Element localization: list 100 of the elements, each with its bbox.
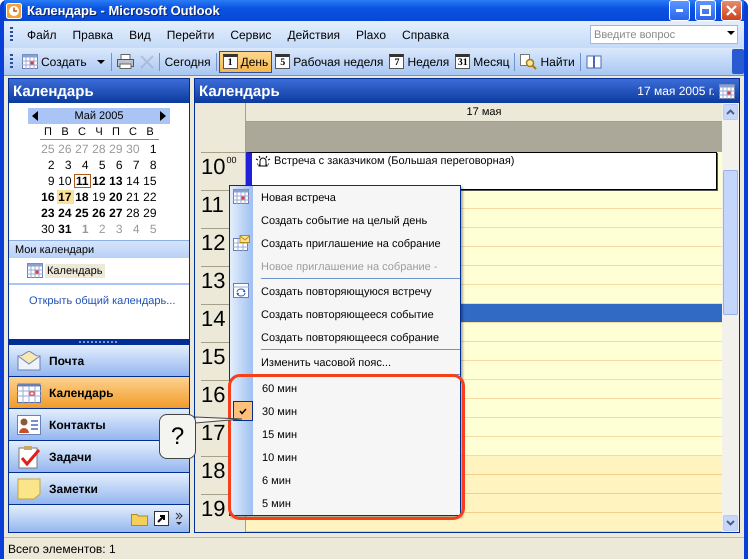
sticky-note-icon (17, 478, 41, 500)
menu-item[interactable]: Действия (279, 28, 348, 42)
envelope-calendar-icon (233, 235, 250, 251)
menu-item[interactable]: Вид (121, 28, 159, 42)
toolbar-button[interactable]: 5 Рабочая неделя (272, 50, 386, 72)
calendar-day[interactable]: 13 (108, 174, 124, 188)
calendar-day[interactable]: 4 (74, 158, 90, 172)
minimize-button[interactable] (669, 0, 690, 21)
calendar-day[interactable]: 28 (124, 206, 142, 220)
weekday-label: П (108, 124, 124, 140)
menu-item[interactable]: 6 мин (231, 469, 460, 492)
open-shared-calendar-link[interactable]: Открыть общий календарь... (29, 295, 176, 307)
menu-item[interactable]: Создать приглашение на собрание (230, 232, 460, 255)
menu-item[interactable]: Plaxo (348, 28, 394, 42)
dropdown-arrow-icon[interactable] (96, 58, 106, 64)
calendar-day[interactable]: 20 (108, 190, 124, 204)
previous-month-icon[interactable] (32, 111, 38, 121)
pane-title: Календарь (199, 82, 280, 100)
clock-icon (6, 2, 22, 18)
delete-icon (140, 54, 154, 68)
calendar-day[interactable]: 31 (56, 222, 74, 236)
window-title: Календарь - Microsoft Outlook (27, 3, 221, 18)
calendar-day[interactable]: 15 (142, 174, 158, 188)
calendar-day[interactable]: 16 (40, 190, 56, 204)
menu-item[interactable]: Сервис (222, 28, 280, 42)
calendar-day[interactable]: 3 (56, 158, 74, 172)
calendar-day[interactable]: 14 (124, 174, 142, 188)
calendar-day[interactable]: 24 (56, 206, 74, 220)
calendar-day[interactable]: 29 (142, 206, 158, 220)
menu-item[interactable]: Перейти (158, 28, 222, 42)
calendar-day[interactable]: 22 (142, 190, 158, 204)
calendar-day[interactable]: 9 (40, 174, 56, 188)
shortcut-icon[interactable] (154, 511, 169, 526)
calendar-day[interactable]: 23 (40, 206, 56, 220)
hour-label: 19 (201, 497, 226, 521)
toolbar-button[interactable]: Создать (19, 50, 109, 72)
calendar-day[interactable]: 30 (40, 222, 56, 236)
toolbar-button[interactable]: Сегодня (162, 50, 214, 72)
calendar-list-item[interactable]: Календарь (45, 264, 105, 278)
menu-item[interactable]: Правка (64, 28, 122, 42)
address-book-icon[interactable] (586, 54, 602, 68)
weekday-label: В (56, 124, 74, 140)
maximize-icon (700, 5, 711, 16)
menu-item[interactable]: Создать повторяющееся собрание (230, 326, 460, 349)
toolbar-button[interactable]: 7 Неделя (386, 50, 452, 72)
recurring-calendar-icon (233, 283, 249, 298)
calendar-icon (27, 263, 43, 278)
calendar-day[interactable]: 11 (74, 174, 90, 188)
calendar-day[interactable]: 18 (74, 190, 90, 204)
nav-button[interactable]: Почта (9, 345, 189, 377)
hour-label: 16 (201, 383, 226, 407)
bell-icon (255, 155, 271, 168)
calendar-day[interactable]: 27 (108, 206, 124, 220)
close-icon (726, 5, 737, 16)
weekday-label: С (124, 124, 142, 140)
close-button[interactable] (721, 0, 742, 21)
menu-item[interactable]: 10 мин (231, 446, 460, 469)
toolbar-button[interactable]: 31 Месяц (452, 50, 512, 72)
calendar-day[interactable]: 21 (124, 190, 142, 204)
scroll-thumb[interactable] (723, 170, 738, 315)
calendar-day[interactable]: 1 (142, 142, 158, 156)
menu-item[interactable]: Файл (19, 28, 65, 42)
scroll-down-icon[interactable] (726, 520, 735, 526)
calendar-day[interactable]: 10 (56, 174, 74, 188)
maximize-button[interactable] (695, 0, 716, 21)
nav-button[interactable]: Заметки (9, 473, 189, 505)
hour-label: 15 (201, 345, 226, 369)
menu-item[interactable]: Создать событие на целый день (230, 209, 460, 232)
menu-item[interactable]: 15 мин (231, 423, 460, 446)
menu-item[interactable]: Создать повторяющееся событие (230, 303, 460, 326)
nav-button[interactable]: Календарь (9, 377, 189, 409)
menu-item[interactable]: Справка (394, 28, 458, 42)
scrollbar[interactable] (722, 103, 739, 532)
toolbar-button[interactable]: 1 День (218, 50, 272, 72)
calendar-day[interactable]: 7 (124, 158, 142, 172)
calendar-page-icon: 31 (455, 54, 470, 69)
help-search-field[interactable]: Введите вопрос (590, 25, 738, 44)
calendar-day[interactable]: 26 (90, 206, 108, 220)
calendar-day[interactable]: 25 (74, 206, 90, 220)
menu-item[interactable]: Создать повторяющуюся встречу (230, 280, 460, 303)
contact-card-icon (17, 414, 41, 434)
menu-item[interactable]: 5 мин (231, 492, 460, 515)
next-month-icon[interactable] (160, 111, 166, 121)
calendar-day[interactable]: 17 (56, 190, 74, 204)
menu-item[interactable]: 60 мин (231, 377, 460, 400)
menu-item[interactable]: 30 мин (231, 400, 460, 423)
calendar-day[interactable]: 19 (90, 190, 108, 204)
hour-label: 14 (201, 307, 226, 331)
calendar-day[interactable]: 2 (40, 158, 56, 172)
more-chevron-icon[interactable] (175, 512, 183, 526)
calendar-day[interactable]: 5 (90, 158, 108, 172)
current-date: 17 мая 2005 г. (637, 84, 715, 98)
calendar-day[interactable]: 8 (142, 158, 158, 172)
scroll-up-icon[interactable] (726, 109, 735, 115)
toolbar-button[interactable]: Найти (517, 50, 578, 72)
menu-item[interactable]: Изменить часовой пояс... (230, 351, 460, 374)
weekday-label: С (74, 124, 90, 140)
calendar-day[interactable]: 6 (108, 158, 124, 172)
calendar-day[interactable]: 12 (90, 174, 108, 188)
dropdown-arrow-icon[interactable] (727, 31, 735, 35)
